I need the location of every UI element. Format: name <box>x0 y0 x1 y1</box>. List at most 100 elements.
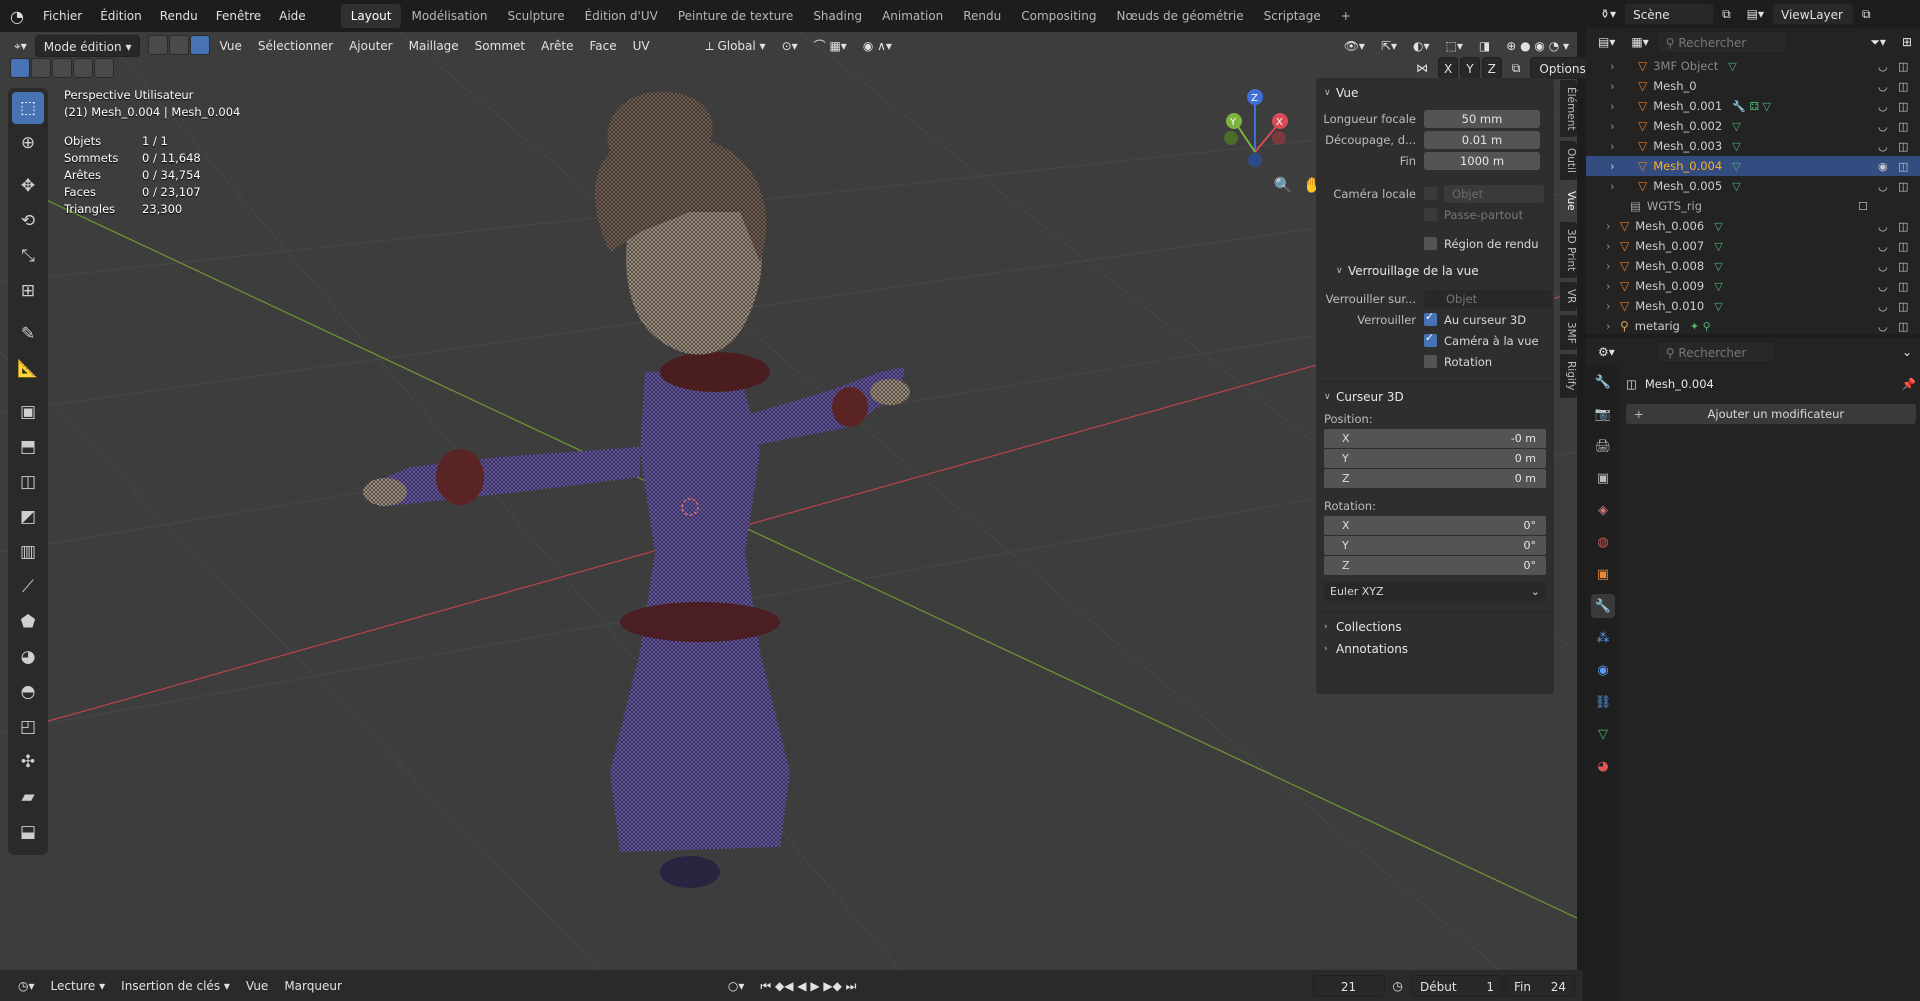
gizmo-toggle-icon[interactable]: ⇱▾ <box>1373 35 1405 57</box>
auto-merge-icon[interactable]: ⧉ <box>1504 57 1529 79</box>
outliner-search-input[interactable]: ⚲ Rechercher <box>1656 31 1787 53</box>
outliner-row[interactable]: › ▽ Mesh_0.010 ▽ ◡ ◫ <box>1586 296 1920 316</box>
menu-vertex[interactable]: Sommet <box>467 35 533 57</box>
outliner-row[interactable]: › ▽ Mesh_0.001 🔧 ⚃ ▽ ◡ ◫ <box>1586 96 1920 116</box>
zoom-icon[interactable]: 🔍 <box>1270 172 1296 198</box>
add-cube-tool-icon[interactable]: ▣ <box>12 396 44 428</box>
blender-logo-icon[interactable]: ◔ <box>0 0 34 32</box>
vertex-select-button[interactable] <box>148 34 169 55</box>
inset-tool-icon[interactable]: ◫ <box>12 466 44 498</box>
properties-editor-icon[interactable]: ⚙▾ <box>1590 341 1623 363</box>
render-props-icon[interactable]: 📷 <box>1591 402 1615 426</box>
menu-marker[interactable]: Marqueur <box>276 975 350 997</box>
focal-length-field[interactable]: 50 mm <box>1424 109 1540 128</box>
character-mesh[interactable] <box>363 92 910 888</box>
menu-add[interactable]: Ajouter <box>341 35 401 57</box>
menu-view[interactable]: Vue <box>211 35 249 57</box>
outliner-row-selected[interactable]: › ▽ Mesh_0.004 ▽ ◉ ◫ <box>1586 156 1920 176</box>
knife-tool-icon[interactable]: ⟋ <box>12 571 44 603</box>
rip-tool-icon[interactable]: ⬓ <box>12 816 44 848</box>
new-view-layer-icon[interactable]: ⧉ <box>1854 3 1879 25</box>
menu-edge[interactable]: Arête <box>533 35 581 57</box>
new-collection-icon[interactable]: ⊞ <box>1894 31 1920 53</box>
start-frame-field[interactable]: Début 1 <box>1411 974 1503 997</box>
outliner-row[interactable]: › ▽ Mesh_0.006 ▽ ◡ ◫ <box>1586 216 1920 236</box>
view-layer-icon[interactable]: ▤▾ <box>1739 3 1772 25</box>
clip-start-field[interactable]: 0.01 m <box>1424 130 1540 149</box>
display-mode-icon[interactable]: ▦▾ <box>1623 31 1656 53</box>
passepartout-checkbox[interactable] <box>1424 208 1437 221</box>
tab-sculpting[interactable]: Sculpture <box>497 4 574 28</box>
poly-build-tool-icon[interactable]: ⬟ <box>12 606 44 638</box>
properties-search-input[interactable]: ⚲ Rechercher <box>1656 341 1775 363</box>
edge-select-button[interactable] <box>169 34 190 55</box>
visibility-icon[interactable]: 👁▾ <box>1336 35 1373 57</box>
shrink-fatten-tool-icon[interactable]: ✣ <box>12 746 44 778</box>
tab-item[interactable]: Élément <box>1560 80 1577 138</box>
tab-shading[interactable]: Shading <box>803 4 872 28</box>
view-section-header[interactable]: ∨ Vue <box>1316 82 1554 104</box>
constraints-props-icon[interactable]: ⛓ <box>1591 690 1615 714</box>
cursor-rotation-y[interactable]: Y 0° <box>1324 536 1546 555</box>
properties-options-icon[interactable]: ⌄ <box>1894 341 1920 363</box>
lock-rotation-checkbox[interactable] <box>1424 355 1437 368</box>
menu-render[interactable]: Rendu <box>151 0 207 32</box>
material-props-icon[interactable]: ◕ <box>1591 754 1615 778</box>
xray-toggle-icon[interactable]: ◨ <box>1471 35 1498 57</box>
pivot-icon[interactable]: ⊙▾ <box>774 35 806 57</box>
cursor-rotation-x[interactable]: X 0° <box>1324 516 1546 535</box>
shear-tool-icon[interactable]: ▰ <box>12 781 44 813</box>
mirror-y-toggle[interactable]: Y <box>1460 57 1480 79</box>
cursor-tool-icon[interactable]: ⊕ <box>12 127 44 159</box>
scale-tool-icon[interactable]: ⤡ <box>12 240 44 272</box>
extrude-tool-icon[interactable]: ⬒ <box>12 431 44 463</box>
outliner-row[interactable]: › ▽ 3MF Object ▽ ◡ ◫ <box>1586 56 1920 76</box>
outliner-row[interactable]: › ⚲ metarig ✦ ⚲ ◡ ◫ <box>1586 316 1920 336</box>
local-camera-field[interactable]: Objet <box>1444 184 1544 203</box>
menu-edit[interactable]: Édition <box>91 0 151 32</box>
tab-3d-print[interactable]: 3D Print <box>1560 221 1577 279</box>
tab-scripting[interactable]: Scriptage <box>1254 4 1331 28</box>
lock-on-object-field[interactable]: Objet <box>1424 289 1552 308</box>
select-intersect-button[interactable] <box>94 58 114 78</box>
navigation-gizmo[interactable]: Z Y X <box>1224 89 1288 167</box>
outliner-row[interactable]: › ▽ Mesh_0.005 ▽ ◡ ◫ <box>1586 176 1920 196</box>
annotate-tool-icon[interactable]: ✎ <box>12 318 44 350</box>
outliner-row[interactable]: › ▽ Mesh_0.008 ▽ ◡ ◫ <box>1586 256 1920 276</box>
annotations-header[interactable]: › Annotations <box>1316 638 1554 660</box>
data-props-icon[interactable]: ▽ <box>1591 722 1615 746</box>
select-new-button[interactable] <box>10 58 30 78</box>
mirror-z-toggle[interactable]: Z <box>1481 57 1502 79</box>
outliner-row[interactable]: › ▽ Mesh_0.009 ▽ ◡ ◫ <box>1586 276 1920 296</box>
spin-tool-icon[interactable]: ◕ <box>12 641 44 673</box>
physics-props-icon[interactable]: ◉ <box>1591 658 1615 682</box>
outliner-row[interactable]: ▤ WGTS_rig ☐ <box>1586 196 1920 216</box>
cursor-position-y[interactable]: Y0 m <box>1324 449 1546 468</box>
camera-to-view-checkbox[interactable] <box>1424 331 1437 347</box>
menu-select[interactable]: Sélectionner <box>250 35 341 57</box>
menu-playback[interactable]: Lecture ▾ <box>43 975 114 997</box>
tab-view[interactable]: Vue <box>1560 184 1577 218</box>
mirror-x-toggle[interactable]: X <box>1438 57 1459 79</box>
smooth-tool-icon[interactable]: ◓ <box>12 676 44 708</box>
tab-texture-paint[interactable]: Peinture de texture <box>668 4 803 28</box>
cursor-position-x[interactable]: X -0 m <box>1324 429 1546 448</box>
tab-uv-editing[interactable]: Édition d'UV <box>575 4 668 28</box>
face-select-button[interactable] <box>190 34 211 55</box>
scene-field[interactable]: Scène <box>1624 3 1715 25</box>
tab-compositing[interactable]: Compositing <box>1011 4 1106 28</box>
clip-end-field[interactable]: 1000 m <box>1424 151 1540 170</box>
current-frame-field[interactable]: 21 <box>1312 974 1385 997</box>
menu-file[interactable]: Fichier <box>34 0 91 32</box>
editor-type-icon[interactable]: ⌖▾ <box>6 35 35 57</box>
menu-uv[interactable]: UV <box>625 35 658 57</box>
outliner-editor-icon[interactable]: ▤▾ <box>1590 31 1623 53</box>
proportional-edit-icon[interactable]: ◉ ∧▾ <box>855 35 900 57</box>
tab-tool[interactable]: Outil <box>1560 141 1577 181</box>
rotate-tool-icon[interactable]: ⟲ <box>12 205 44 237</box>
tool-props-icon[interactable]: 🔧 <box>1591 370 1615 394</box>
view-lock-header[interactable]: ∨ Verrouillage de la vue <box>1316 260 1554 282</box>
outliner-row[interactable]: › ▽ Mesh_0 ◡ ◫ <box>1586 76 1920 96</box>
output-props-icon[interactable]: 🖨 <box>1591 434 1615 458</box>
menu-keying[interactable]: Insertion de clés ▾ <box>113 975 238 997</box>
